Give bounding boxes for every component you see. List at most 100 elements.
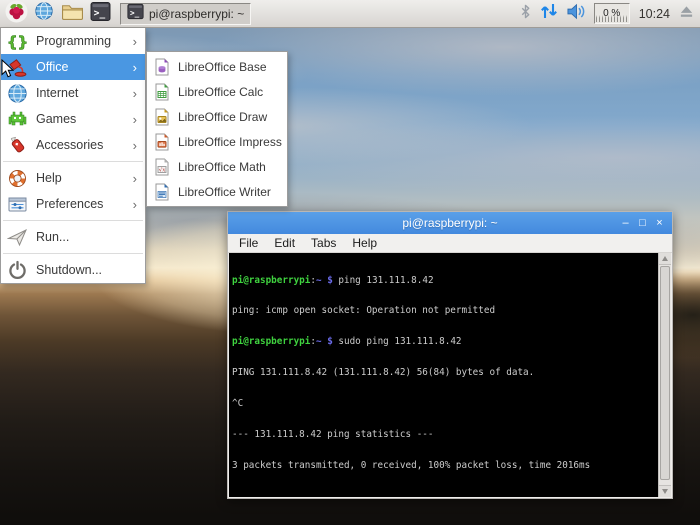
- submenu-item-label: LibreOffice Base: [178, 60, 267, 74]
- terminal-launcher-button[interactable]: >_: [88, 2, 112, 26]
- submenu-chevron-icon: ›: [133, 86, 139, 101]
- close-button[interactable]: ×: [651, 214, 668, 232]
- scroll-up-button[interactable]: [659, 253, 671, 265]
- app-menu-button[interactable]: [4, 2, 28, 26]
- bluetooth-icon[interactable]: [519, 2, 532, 26]
- folder-icon: [61, 2, 84, 26]
- games-invader-icon: [7, 109, 28, 130]
- menu-item-preferences[interactable]: Preferences ›: [1, 191, 145, 217]
- terminal-icon-small: >_: [127, 3, 144, 25]
- triangle-down-icon: [662, 489, 668, 494]
- menubar-help[interactable]: Help: [344, 235, 385, 251]
- menu-item-run[interactable]: Run...: [1, 224, 145, 250]
- taskbar-window-label: pi@raspberrypi: ~: [149, 7, 244, 21]
- libreoffice-math-icon: √x: [153, 158, 171, 176]
- programming-icon: {}: [7, 31, 28, 52]
- menu-separator: [3, 161, 143, 162]
- minimize-button[interactable]: –: [617, 214, 634, 232]
- menubar-edit[interactable]: Edit: [266, 235, 303, 251]
- menu-item-label: Office: [36, 60, 125, 74]
- terminal-icon: >_: [90, 1, 111, 27]
- libreoffice-base-icon: [153, 58, 171, 76]
- submenu-chevron-icon: ›: [133, 60, 139, 75]
- menubar-tabs[interactable]: Tabs: [303, 235, 344, 251]
- submenu-item-libreoffice-base[interactable]: LibreOffice Base: [147, 54, 287, 79]
- menu-item-label: Games: [36, 112, 125, 126]
- eject-icon[interactable]: [679, 4, 694, 23]
- application-menu: {} Programming › Office ›: [0, 28, 146, 284]
- submenu-item-libreoffice-impress[interactable]: LibreOffice Impress: [147, 129, 287, 154]
- libreoffice-calc-icon: [153, 83, 171, 101]
- terminal-line: ^C: [232, 399, 658, 409]
- svg-text:√x: √x: [159, 166, 167, 173]
- submenu-chevron-icon: ›: [133, 197, 139, 212]
- menu-item-games[interactable]: Games ›: [1, 106, 145, 132]
- menubar-file[interactable]: File: [231, 235, 266, 251]
- terminal-line: ping: icmp open socket: Operation not pe…: [232, 306, 658, 316]
- menu-item-label: Accessories: [36, 138, 125, 152]
- shutdown-power-icon: [7, 260, 28, 281]
- clock[interactable]: 10:24: [637, 7, 672, 21]
- menu-item-accessories[interactable]: Accessories ›: [1, 132, 145, 158]
- taskbar-window-button[interactable]: >_ pi@raspberrypi: ~: [120, 3, 251, 25]
- libreoffice-writer-icon: [153, 183, 171, 201]
- volume-icon[interactable]: [566, 2, 587, 26]
- submenu-item-label: LibreOffice Math: [178, 160, 266, 174]
- menu-item-shutdown[interactable]: Shutdown...: [1, 257, 145, 283]
- menu-item-label: Internet: [36, 86, 125, 100]
- menu-item-label: Preferences: [36, 197, 125, 211]
- cpu-usage-monitor[interactable]: 0 %: [594, 3, 630, 24]
- preferences-sliders-icon: [7, 194, 28, 215]
- menu-item-internet[interactable]: Internet ›: [1, 80, 145, 106]
- network-arrows-icon[interactable]: [539, 1, 559, 26]
- terminal-line: pi@raspberrypi:~ $ sudo ping 131.111.8.4…: [232, 337, 658, 347]
- menu-item-label: Help: [36, 171, 125, 185]
- menu-separator: [3, 253, 143, 254]
- menu-item-label: Run...: [36, 230, 139, 244]
- taskbar: >_ >_ pi@raspberrypi: ~: [0, 0, 700, 28]
- submenu-item-libreoffice-writer[interactable]: LibreOffice Writer: [147, 179, 287, 204]
- terminal-title: pi@raspberrypi: ~: [402, 216, 497, 230]
- internet-globe-icon: [7, 83, 28, 104]
- terminal-line: [232, 492, 658, 497]
- menu-item-help[interactable]: Help ›: [1, 165, 145, 191]
- terminal-window: pi@raspberrypi: ~ – □ × File Edit Tabs H…: [227, 211, 673, 499]
- submenu-chevron-icon: ›: [133, 112, 139, 127]
- terminal-scrollbar[interactable]: [658, 253, 671, 497]
- scroll-down-button[interactable]: [659, 485, 671, 497]
- submenu-item-label: LibreOffice Writer: [178, 185, 271, 199]
- submenu-item-label: LibreOffice Draw: [178, 110, 267, 124]
- terminal-line: 3 packets transmitted, 0 received, 100% …: [232, 461, 658, 471]
- file-manager-button[interactable]: [60, 2, 84, 26]
- submenu-item-libreoffice-math[interactable]: √x LibreOffice Math: [147, 154, 287, 179]
- system-tray: 0 % 10:24: [519, 1, 696, 26]
- submenu-item-label: LibreOffice Calc: [178, 85, 263, 99]
- cpu-usage-label: 0 %: [595, 4, 629, 23]
- terminal-line: PING 131.111.8.42 (131.111.8.42) 56(84) …: [232, 368, 658, 378]
- submenu-item-libreoffice-calc[interactable]: LibreOffice Calc: [147, 79, 287, 104]
- web-browser-button[interactable]: [32, 2, 56, 26]
- desktop: >_ >_ pi@raspberrypi: ~: [0, 0, 700, 525]
- triangle-up-icon: [662, 256, 668, 261]
- menu-item-office[interactable]: Office ›: [1, 54, 145, 80]
- office-submenu: LibreOffice Base LibreOffice Calc: [146, 51, 288, 207]
- scrollbar-thumb[interactable]: [660, 266, 670, 480]
- submenu-chevron-icon: ›: [133, 138, 139, 153]
- submenu-item-libreoffice-draw[interactable]: LibreOffice Draw: [147, 104, 287, 129]
- svg-text:{}: {}: [7, 33, 28, 51]
- terminal-menubar: File Edit Tabs Help: [228, 234, 672, 253]
- raspberry-menu-icon: [5, 0, 28, 28]
- run-paper-plane-icon: [7, 227, 28, 248]
- submenu-chevron-icon: ›: [133, 171, 139, 186]
- terminal-line: --- 131.111.8.42 ping statistics ---: [232, 430, 658, 440]
- terminal-titlebar[interactable]: pi@raspberrypi: ~ – □ ×: [228, 212, 672, 234]
- office-lamp-icon: [7, 57, 28, 78]
- help-lifebuoy-icon: [7, 168, 28, 189]
- terminal-output-area[interactable]: pi@raspberrypi:~ $ ping 131.111.8.42 pin…: [229, 253, 658, 497]
- accessories-knife-icon: [7, 135, 28, 156]
- maximize-button[interactable]: □: [634, 214, 651, 232]
- menu-item-programming[interactable]: {} Programming ›: [1, 28, 145, 54]
- svg-text:>_: >_: [93, 8, 105, 19]
- svg-text:>_: >_: [130, 8, 140, 17]
- libreoffice-impress-icon: [153, 133, 171, 151]
